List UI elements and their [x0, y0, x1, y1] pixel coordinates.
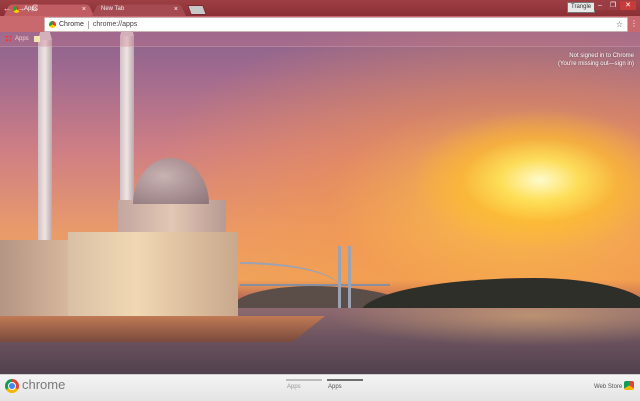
chrome-logo-icon	[49, 21, 56, 28]
chrome-brand-text: chrome	[22, 377, 66, 392]
page-indicator[interactable]	[286, 379, 322, 381]
signin-link[interactable]: (You're missing out—sign in)	[558, 61, 634, 67]
reload-icon[interactable]: C	[30, 3, 40, 13]
apps-grid-icon	[5, 35, 12, 42]
webstore-icon[interactable]	[624, 381, 634, 390]
back-arrow-icon[interactable]: ←	[2, 3, 12, 13]
bookmark-apps-label: Apps	[15, 35, 29, 42]
omnibox-chip: Chrome	[59, 21, 84, 28]
mosque-wing	[0, 240, 70, 318]
bookmark-apps[interactable]: Apps	[5, 35, 29, 42]
pier	[0, 316, 325, 342]
mosque-drum	[118, 200, 226, 236]
forward-arrow-icon[interactable]: →	[16, 3, 26, 13]
bridge-deck	[240, 284, 390, 286]
minaret	[38, 40, 52, 240]
tab-close-icon[interactable]: ×	[82, 6, 86, 13]
page-label[interactable]: Apps	[287, 384, 301, 390]
omnibox-separator	[87, 20, 89, 29]
omnibox-url[interactable]: chrome://apps	[93, 21, 616, 28]
close-window-button[interactable]: ✕	[620, 1, 636, 10]
signin-line: Not signed in to Chrome	[569, 53, 634, 59]
bridge-tower	[348, 246, 351, 312]
minimize-button[interactable]: –	[594, 1, 606, 10]
tab-new-tab[interactable]: New Tab ×	[92, 2, 186, 16]
menu-icon[interactable]: ⋮	[630, 19, 638, 29]
folder-icon[interactable]	[34, 36, 40, 42]
mosque-building	[68, 232, 238, 318]
webstore-link[interactable]: Web Store	[594, 384, 622, 390]
signin-notice: Not signed in to Chrome (You're missing …	[558, 52, 634, 68]
tab-title: New Tab	[101, 6, 125, 12]
bridge-tower	[338, 246, 341, 312]
omnibox[interactable]: Chrome chrome://apps ☆	[44, 17, 628, 32]
chrome-logo-icon	[5, 379, 19, 393]
bookmarks-bar	[0, 32, 640, 47]
page-indicator-active[interactable]	[327, 379, 363, 381]
tab-close-icon[interactable]: ×	[174, 6, 178, 13]
star-icon[interactable]: ☆	[616, 20, 623, 29]
profile-button[interactable]: Trangle	[567, 2, 596, 13]
maximize-button[interactable]: ❐	[607, 1, 619, 10]
new-tab-button[interactable]	[187, 5, 207, 15]
page-label-active[interactable]: Apps	[328, 384, 342, 390]
